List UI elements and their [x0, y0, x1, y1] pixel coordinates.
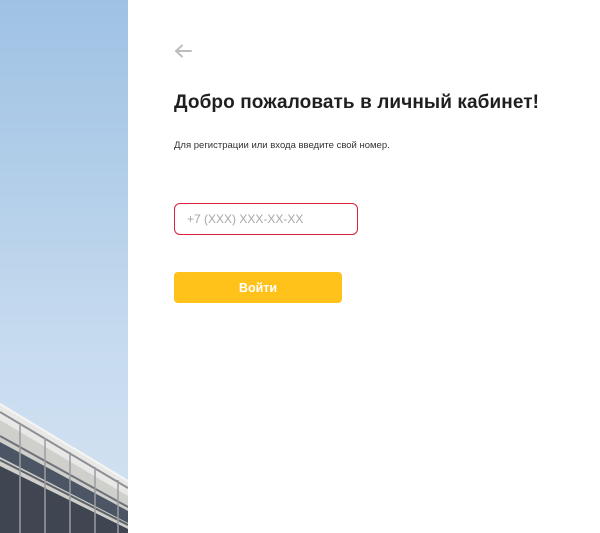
building-illustration	[0, 403, 128, 533]
back-button[interactable]	[172, 42, 194, 60]
login-button[interactable]: Войти	[174, 272, 342, 303]
page-title: Добро пожаловать в личный кабинет!	[174, 92, 540, 113]
building-photo	[0, 0, 128, 533]
arrow-left-icon	[175, 44, 192, 58]
page-subtitle: Для регистрации или входа введите свой н…	[174, 140, 390, 151]
login-form-panel: Добро пожаловать в личный кабинет! Для р…	[128, 0, 600, 533]
phone-input[interactable]	[174, 203, 358, 235]
login-page: Добро пожаловать в личный кабинет! Для р…	[0, 0, 600, 533]
